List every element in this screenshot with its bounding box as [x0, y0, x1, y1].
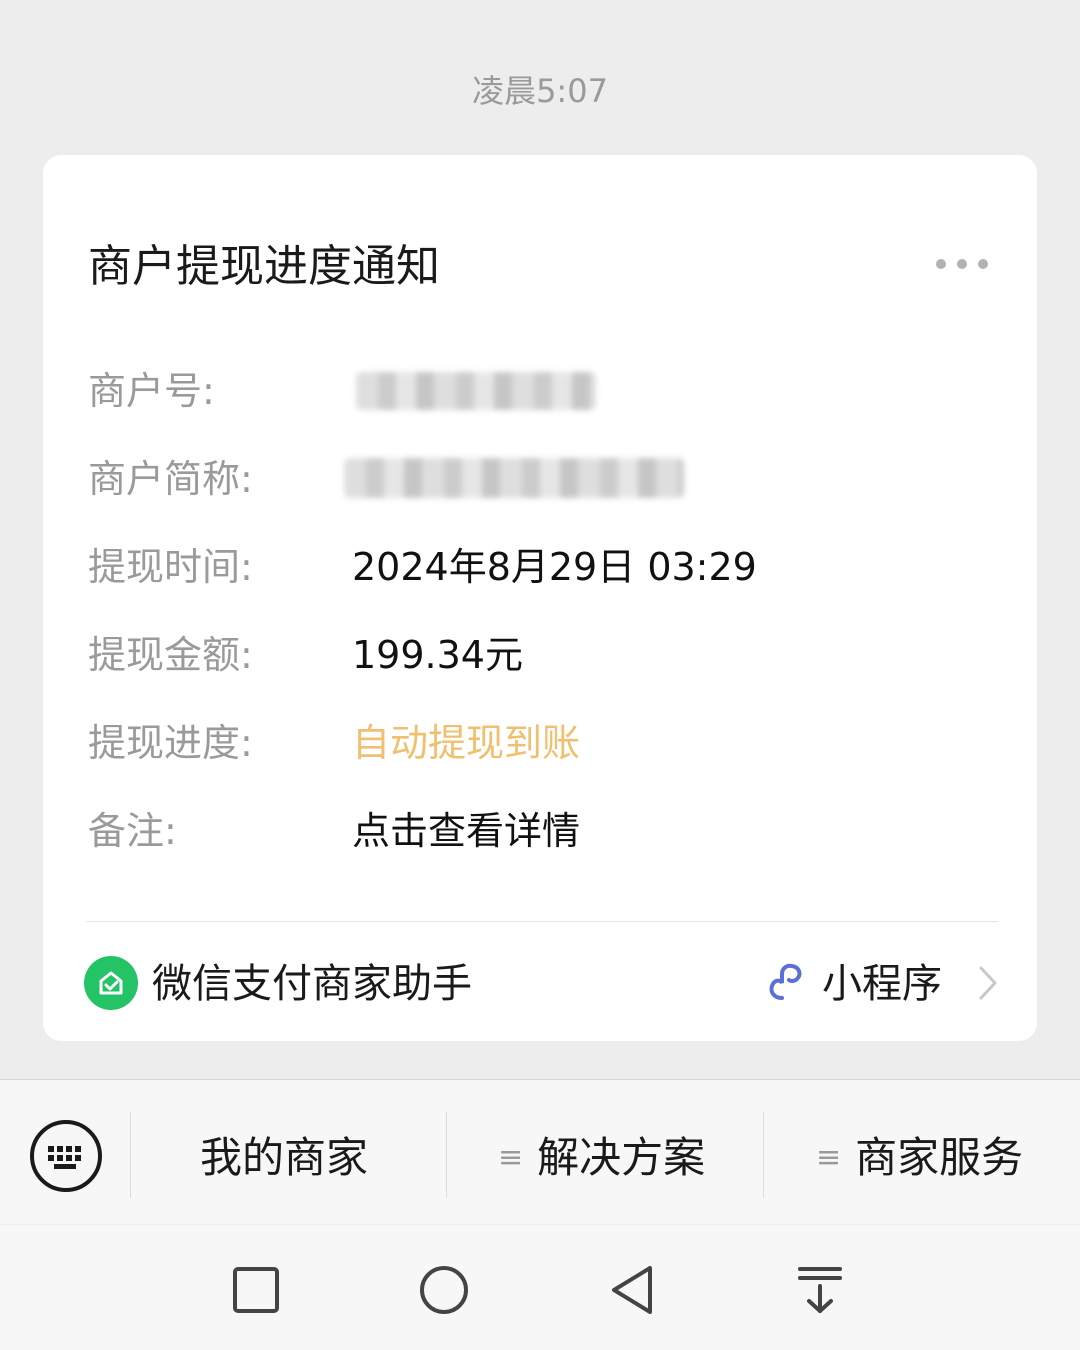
merchant-id-redacted: [356, 372, 596, 410]
back-icon[interactable]: [606, 1264, 658, 1316]
menu-label: 我的商家: [200, 1133, 369, 1182]
keyboard-icon: [48, 1146, 81, 1169]
withdraw-progress-label: 提现进度:: [88, 721, 253, 765]
keyboard-toggle-button[interactable]: [30, 1120, 102, 1192]
card-divider: [86, 921, 998, 922]
notification-pull-icon[interactable]: [794, 1264, 846, 1316]
menu-separator: [130, 1112, 131, 1198]
system-nav-bar: [0, 1225, 1080, 1350]
wechat-pay-merchant-icon: [84, 956, 138, 1010]
menu-label: 商家服务: [855, 1133, 1024, 1182]
recent-apps-icon[interactable]: [230, 1264, 282, 1316]
menu-solutions[interactable]: ≡ 解决方案: [498, 1132, 705, 1184]
merchant-id-label: 商户号:: [88, 369, 215, 413]
menu-separator: [763, 1112, 764, 1198]
menu-separator: [446, 1112, 447, 1198]
withdraw-amount-label: 提现金额:: [88, 633, 253, 677]
hamburger-icon: ≡: [816, 1140, 842, 1175]
remark-label: 备注:: [88, 809, 177, 853]
menu-my-merchant[interactable]: 我的商家: [200, 1132, 368, 1184]
menu-merchant-services[interactable]: ≡ 商家服务: [816, 1132, 1023, 1184]
withdraw-progress-value: 自动提现到账: [352, 721, 581, 765]
hamburger-icon: ≡: [498, 1140, 524, 1175]
withdraw-time-value: 2024年8月29日 03:29: [352, 545, 757, 589]
card-title: 商户提现进度通知: [88, 241, 440, 292]
more-options-icon[interactable]: [930, 250, 994, 278]
message-timestamp: 凌晨5:07: [472, 72, 608, 110]
mini-program-label[interactable]: 小程序: [822, 958, 942, 1010]
mini-program-icon: [769, 963, 802, 1000]
withdraw-time-label: 提现时间:: [88, 545, 253, 589]
chevron-right-icon[interactable]: [976, 964, 1000, 1002]
menu-label: 解决方案: [537, 1133, 706, 1182]
remark-value[interactable]: 点击查看详情: [352, 807, 580, 855]
withdraw-amount-value: 199.34元: [352, 633, 523, 677]
merchant-short-name-redacted: [344, 458, 684, 498]
merchant-short-name-label: 商户简称:: [88, 457, 253, 501]
home-icon[interactable]: [418, 1264, 470, 1316]
app-name[interactable]: 微信支付商家助手: [152, 958, 472, 1010]
